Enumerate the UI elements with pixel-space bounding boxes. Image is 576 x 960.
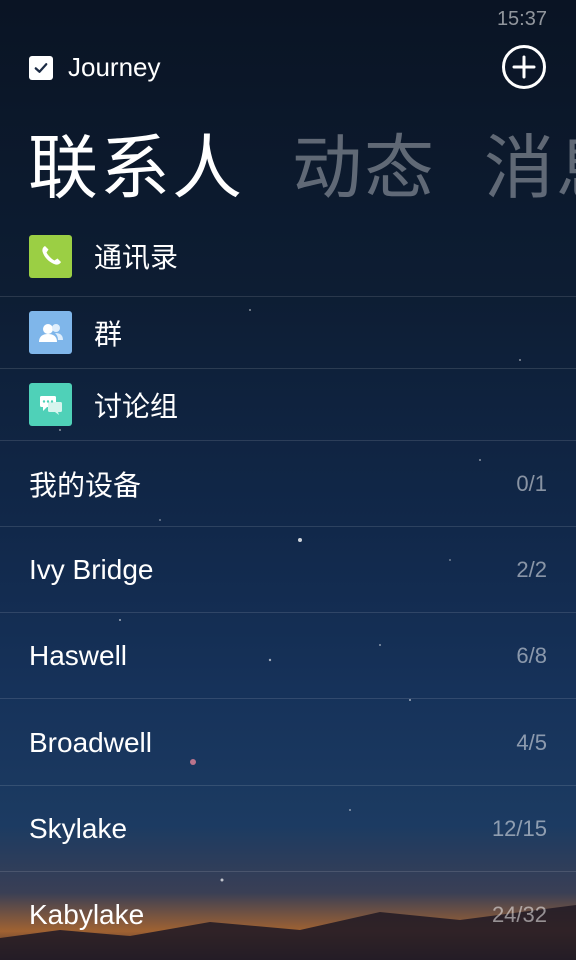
group-count: 2/2 [516,556,547,582]
group-row-haswell[interactable]: Haswell 6/8 [0,613,576,699]
menu-item-label: 通讯录 [94,242,179,273]
group-row-skylake[interactable]: Skylake 12/15 [0,786,576,872]
tab-moments[interactable]: 动态 [292,128,436,208]
menu-item-groups[interactable]: 群 [0,297,576,369]
group-icon [29,311,72,354]
menu-item-discussions[interactable]: 讨论组 [0,369,576,441]
group-name: 我的设备 [29,469,142,501]
group-row-kabylake[interactable]: Kabylake 24/32 [0,872,576,958]
app-header: Journey [29,52,161,83]
group-name: Broadwell [29,726,152,758]
group-count: 4/5 [516,729,547,755]
group-count: 6/8 [516,642,547,668]
group-name: Haswell [29,639,128,671]
chat-icon [29,383,72,426]
plus-icon [512,55,536,79]
checkbox-icon[interactable] [29,55,53,80]
group-name: Kabylake [29,899,145,930]
tab-messages[interactable]: 消息 [484,128,576,208]
group-count: 24/32 [491,902,547,927]
status-time: 15:37 [496,8,547,30]
menu-item-label: 讨论组 [94,390,179,422]
add-button[interactable] [502,45,546,89]
menu-item-label: 群 [94,318,123,350]
group-row-my-devices[interactable]: 我的设备 0/1 [0,441,576,527]
pivot-tabs: 联系人 动态 消息 [28,128,576,208]
group-row-broadwell[interactable]: Broadwell 4/5 [0,700,576,786]
group-count: 0/1 [516,470,547,496]
group-name: Ivy Bridge [29,553,154,585]
app-title: Journey [68,52,161,82]
group-count: 12/15 [491,815,547,841]
group-name: Skylake [29,812,128,844]
phone-icon [29,234,72,278]
menu-item-address-book[interactable]: 通讯录 [0,216,576,297]
group-row-ivy-bridge[interactable]: Ivy Bridge 2/2 [0,527,576,613]
tab-contacts[interactable]: 联系人 [28,128,244,208]
